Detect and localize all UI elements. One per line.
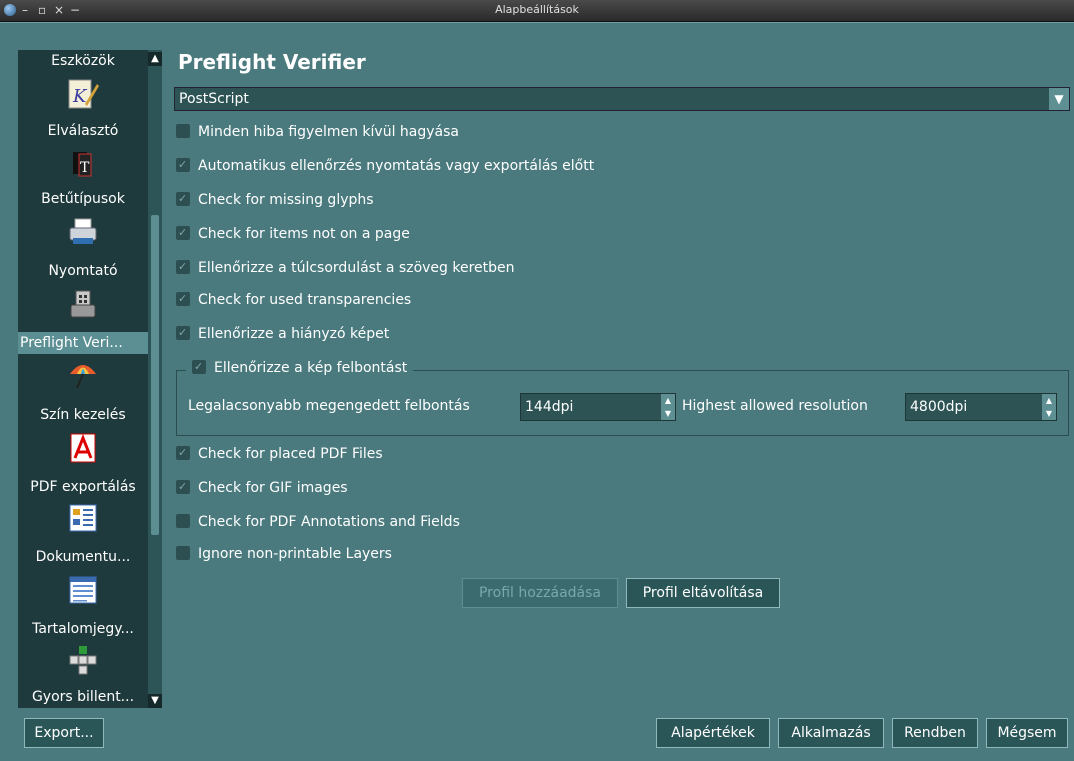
check-label: Ignore non-printable Layers bbox=[198, 546, 392, 562]
check-image-resolution[interactable]: Ellenőrizze a kép felbontást bbox=[186, 357, 414, 378]
sidebar-item-gyors-billentyuk[interactable]: Gyors billent... bbox=[18, 686, 148, 708]
check-label: Check for missing glyphs bbox=[198, 192, 374, 208]
window-title: Alapbeállítások bbox=[495, 3, 579, 16]
checkbox[interactable] bbox=[176, 289, 190, 309]
sidebar-item-eszkozok[interactable]: Eszközök bbox=[18, 50, 148, 72]
umbrella-color-icon bbox=[70, 365, 96, 389]
spin-arrows-icon[interactable]: ▲ ▼ bbox=[1042, 394, 1056, 420]
sidebar-item-szin-kezeles[interactable]: Szín kezelés bbox=[18, 404, 148, 426]
sidebar-list[interactable]: Eszközök K Elválasztó T Betűtípusok Nyom… bbox=[18, 50, 148, 708]
page-title: Preflight Verifier bbox=[178, 50, 366, 74]
check-label: Check for GIF images bbox=[198, 480, 348, 496]
dropdown-arrow-icon[interactable]: ▼ bbox=[1049, 88, 1069, 110]
checkbox[interactable] bbox=[176, 546, 190, 560]
remove-profile-button[interactable]: Profil eltávolítása bbox=[626, 578, 780, 608]
check-gif-images[interactable]: Check for GIF images bbox=[176, 477, 348, 498]
check-transparencies[interactable]: Check for used transparencies bbox=[176, 289, 412, 310]
sidebar-item-betutipusok[interactable]: Betűtípusok bbox=[18, 188, 148, 210]
check-label: Check for items not on a page bbox=[198, 226, 410, 242]
max-resolution-value: 4800dpi bbox=[910, 399, 968, 415]
checkbox[interactable] bbox=[176, 443, 190, 463]
min-resolution-label: Legalacsonyabb megengedett felbontás bbox=[188, 398, 470, 414]
scroll-thumb[interactable] bbox=[151, 215, 159, 535]
min-resolution-spinbox[interactable]: 144dpi ▲ ▼ bbox=[520, 393, 676, 421]
sidebar-item-tartalomjegyzek[interactable]: Tartalomjegy... bbox=[18, 618, 148, 640]
sidebar-item-dokumentum[interactable]: Dokumentu... bbox=[18, 546, 148, 568]
check-label: Check for used transparencies bbox=[198, 292, 412, 308]
check-placed-pdf[interactable]: Check for placed PDF Files bbox=[176, 443, 383, 464]
window-titlebar: – ▫ × − Alapbeállítások bbox=[0, 0, 1074, 22]
checkbox[interactable] bbox=[176, 189, 190, 209]
check-missing-glyphs[interactable]: Check for missing glyphs bbox=[176, 189, 374, 210]
svg-text:T: T bbox=[80, 160, 90, 176]
checkbox[interactable] bbox=[176, 477, 190, 497]
keyboard-shortcuts-icon bbox=[69, 646, 97, 675]
checkbox[interactable] bbox=[176, 257, 190, 277]
checkbox[interactable] bbox=[192, 357, 206, 377]
check-text-overflow[interactable]: Ellenőrizze a túlcsordulást a szöveg ker… bbox=[176, 257, 515, 278]
sidebar-item-pdf-exportalas[interactable]: PDF exportálás bbox=[18, 476, 148, 498]
check-non-printable-layers[interactable]: Ignore non-printable Layers bbox=[176, 544, 392, 564]
check-items-not-on-page[interactable]: Check for items not on a page bbox=[176, 223, 410, 244]
min-resolution-value: 144dpi bbox=[525, 399, 574, 415]
preflight-device-icon bbox=[70, 290, 96, 318]
apply-button[interactable]: Alkalmazás bbox=[778, 718, 884, 748]
add-profile-button[interactable]: Profil hozzáadása bbox=[462, 578, 618, 608]
max-resolution-label: Highest allowed resolution bbox=[682, 398, 868, 414]
checkbox[interactable] bbox=[176, 223, 190, 243]
export-button[interactable]: Export... bbox=[24, 718, 104, 748]
spin-arrows-icon[interactable]: ▲ ▼ bbox=[661, 394, 675, 420]
scroll-down-icon[interactable]: ▼ bbox=[148, 694, 162, 708]
check-label: Check for placed PDF Files bbox=[198, 446, 383, 462]
scroll-up-icon[interactable]: ▲ bbox=[148, 52, 162, 66]
profile-select-value: PostScript bbox=[179, 91, 249, 107]
group-title-label: Ellenőrizze a kép felbontást bbox=[214, 360, 408, 376]
sidebar-item-nyomtato[interactable]: Nyomtató bbox=[18, 260, 148, 282]
checkbox[interactable] bbox=[176, 124, 190, 138]
check-ignore-all-errors[interactable]: Minden hiba figyelmen kívül hagyása bbox=[176, 122, 459, 142]
printer-icon bbox=[69, 218, 97, 244]
check-label: Ellenőrizze a túlcsordulást a szöveg ker… bbox=[198, 260, 515, 276]
checkbox[interactable] bbox=[176, 514, 190, 528]
check-label: Ellenőrizze a hiányzó képet bbox=[198, 326, 390, 342]
check-pdf-annotations[interactable]: Check for PDF Annotations and Fields bbox=[176, 512, 460, 532]
check-label: Check for PDF Annotations and Fields bbox=[198, 514, 460, 530]
max-resolution-spinbox[interactable]: 4800dpi ▲ ▼ bbox=[905, 393, 1057, 421]
sidebar-item-preflight[interactable]: Preflight Veri... bbox=[18, 332, 148, 354]
sidebar-scrollbar[interactable]: ▲ ▼ bbox=[148, 50, 162, 708]
check-missing-images[interactable]: Ellenőrizze a hiányzó képet bbox=[176, 323, 390, 344]
check-auto-verify[interactable]: Automatikus ellenőrzés nyomtatás vagy ex… bbox=[176, 155, 595, 176]
check-label: Minden hiba figyelmen kívül hagyása bbox=[198, 124, 459, 140]
cancel-button[interactable]: Mégsem bbox=[986, 718, 1068, 748]
profile-select[interactable]: PostScript ▼ bbox=[174, 87, 1070, 111]
checkbox[interactable] bbox=[176, 323, 190, 343]
sidebar-item-elvalaszto[interactable]: Elválasztó bbox=[18, 120, 148, 142]
pdf-acrobat-icon bbox=[70, 433, 96, 463]
writer-pen-icon: K bbox=[68, 79, 99, 109]
check-label: Automatikus ellenőrzés nyomtatás vagy ex… bbox=[198, 158, 595, 174]
document-layout-icon bbox=[69, 504, 97, 532]
font-letters-icon: T bbox=[73, 152, 92, 177]
ok-button[interactable]: Rendben bbox=[892, 718, 978, 748]
table-of-contents-icon bbox=[69, 576, 97, 604]
checkbox[interactable] bbox=[176, 155, 190, 175]
defaults-button[interactable]: Alapértékek bbox=[656, 718, 770, 748]
